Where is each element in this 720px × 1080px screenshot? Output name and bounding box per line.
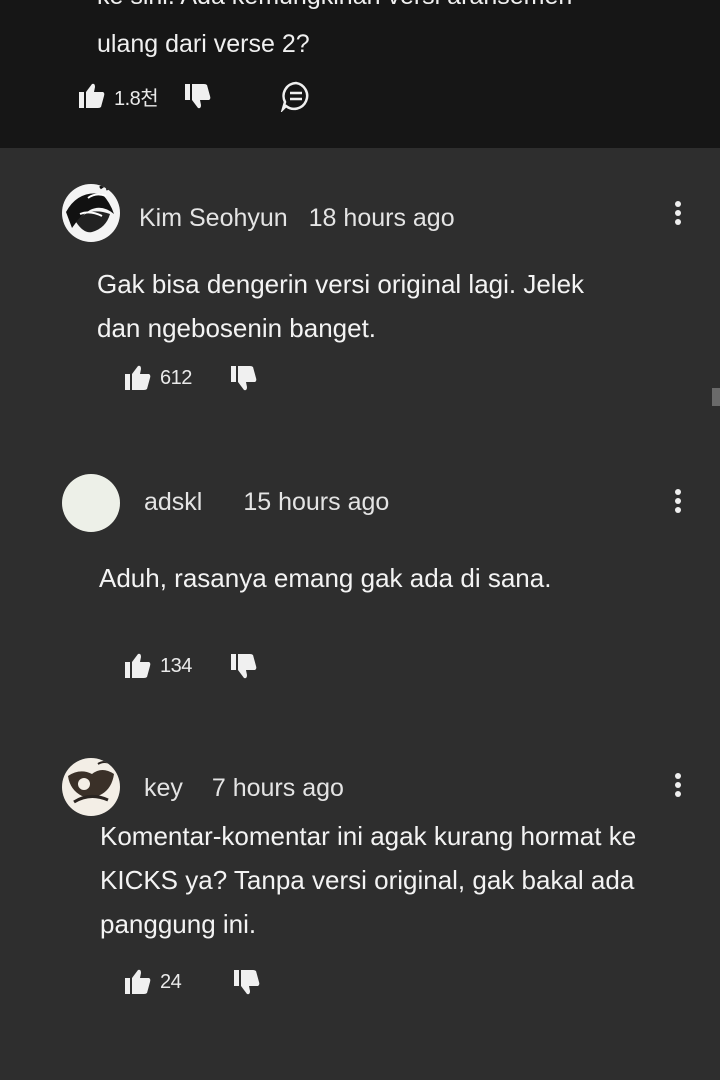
- author-name[interactable]: Kim Seohyun: [139, 204, 288, 232]
- thumbs-down-icon[interactable]: [184, 82, 212, 110]
- like-count: 1.8천: [114, 87, 159, 110]
- comment-text-line: Gak bisa dengerin versi original lagi. J…: [97, 269, 585, 299]
- comment-actions: 24: [124, 968, 261, 996]
- comment-text-line: KICKS ya? Tanpa versi original, gak baka…: [100, 865, 635, 895]
- thumbs-down-icon[interactable]: [230, 652, 258, 680]
- thumbs-up-icon[interactable]: [124, 364, 152, 392]
- comment-actions: 134: [124, 652, 258, 680]
- previous-comment-actions: 1.8천: [78, 80, 312, 114]
- previous-comment-text: ulang dari verse 2?: [97, 30, 310, 58]
- timestamp: 7 hours ago: [211, 774, 344, 802]
- comment-meta: key 7 hours ago: [144, 774, 344, 803]
- previous-comment: ke sini. Ada kemungkinan versi aransemen…: [0, 0, 720, 148]
- avatar[interactable]: [62, 474, 120, 532]
- timestamp: 18 hours ago: [308, 204, 455, 232]
- comment-text: Komentar-komentar ini agak kurang hormat…: [100, 814, 720, 946]
- scrollbar-thumb[interactable]: [712, 388, 720, 406]
- thumbs-down-icon[interactable]: [233, 968, 261, 996]
- avatar[interactable]: [62, 184, 120, 242]
- thumbs-down-icon[interactable]: [230, 364, 258, 392]
- comment-text: Gak bisa dengerin versi original lagi. J…: [97, 262, 720, 350]
- thumbs-up-icon[interactable]: [124, 652, 152, 680]
- comment-actions: 612: [124, 364, 258, 392]
- comment-text: Aduh, rasanya emang gak ada di sana.: [99, 556, 720, 600]
- thumbs-up-icon[interactable]: [124, 968, 152, 996]
- more-vertical-icon[interactable]: [673, 489, 681, 519]
- avatar[interactable]: [62, 758, 120, 816]
- like-count: 134: [160, 654, 192, 677]
- comment-meta: adskl 15 hours ago: [144, 488, 389, 517]
- author-name[interactable]: key: [144, 774, 183, 802]
- comment-text-line: Aduh, rasanya emang gak ada di sana.: [99, 563, 552, 593]
- comment-text-line: Komentar-komentar ini agak kurang hormat…: [100, 821, 637, 851]
- reply-comment-icon[interactable]: [280, 80, 312, 114]
- previous-comment-cut-line: ke sini. Ada kemungkinan versi aransemen: [97, 0, 572, 11]
- more-vertical-icon[interactable]: [673, 201, 681, 231]
- comment-text-line: dan ngebosenin banget.: [97, 313, 377, 343]
- more-vertical-icon[interactable]: [673, 773, 681, 803]
- thumbs-up-icon[interactable]: [78, 82, 106, 110]
- like-count: 612: [160, 366, 192, 389]
- author-name[interactable]: adskl: [144, 488, 202, 516]
- timestamp: 15 hours ago: [243, 488, 390, 516]
- comment-meta: Kim Seohyun 18 hours ago: [139, 204, 455, 233]
- like-count: 24: [160, 970, 182, 993]
- comment-text-line: panggung ini.: [100, 909, 257, 939]
